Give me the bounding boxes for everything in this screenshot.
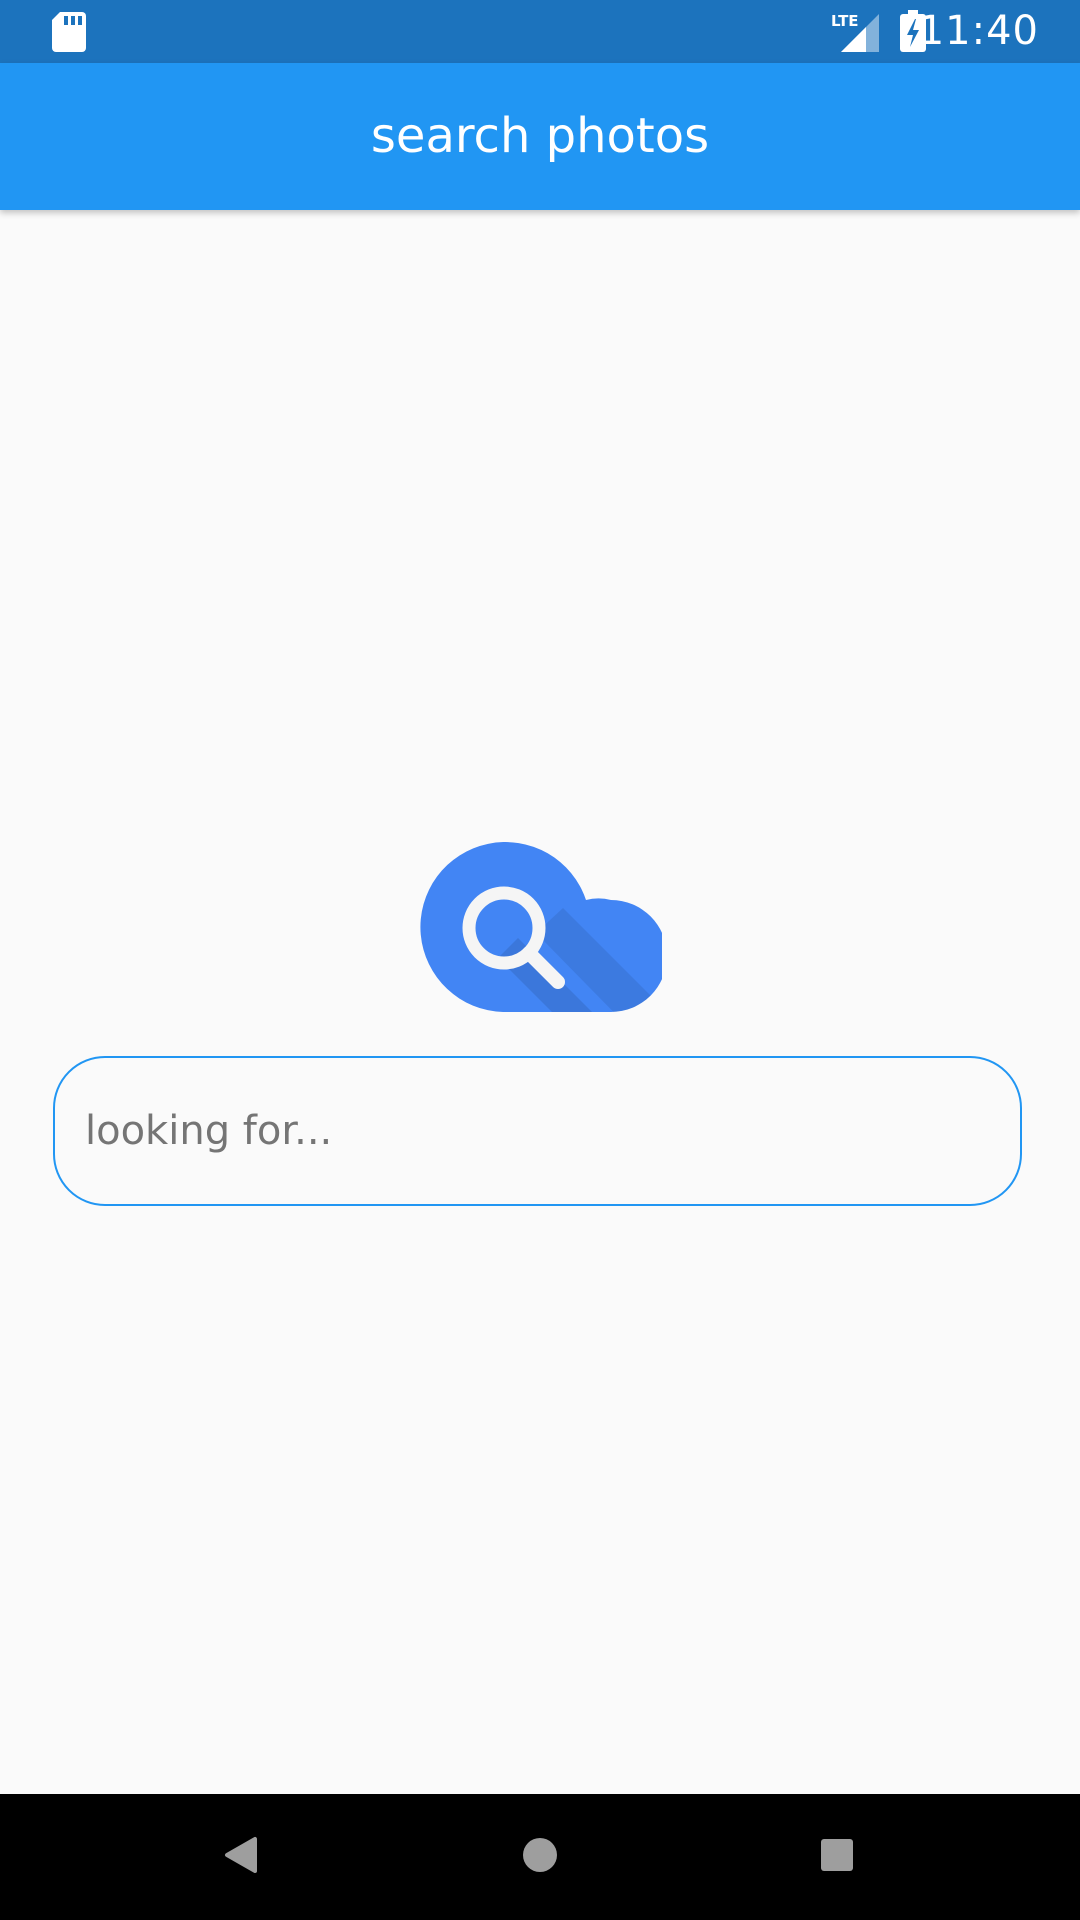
recents-button[interactable] xyxy=(777,1794,897,1920)
nav-bar xyxy=(0,1794,1080,1920)
status-time: 11:40 xyxy=(918,8,1039,54)
app-bar: search photos xyxy=(0,63,1080,210)
lte-label: LTE xyxy=(831,12,859,30)
status-bar: LTE 11:40 xyxy=(0,0,1080,63)
search-field[interactable] xyxy=(53,1056,1022,1206)
recents-icon xyxy=(820,1838,854,1876)
back-button[interactable] xyxy=(181,1794,301,1920)
app-title: search photos xyxy=(370,108,710,164)
lte-signal-icon: LTE xyxy=(831,12,881,56)
home-button[interactable] xyxy=(480,1794,600,1920)
search-input[interactable] xyxy=(85,1058,990,1204)
cloud-search-icon xyxy=(418,838,667,1012)
home-icon xyxy=(522,1837,558,1877)
back-icon xyxy=(223,1835,259,1879)
sd-card-icon xyxy=(52,12,86,56)
